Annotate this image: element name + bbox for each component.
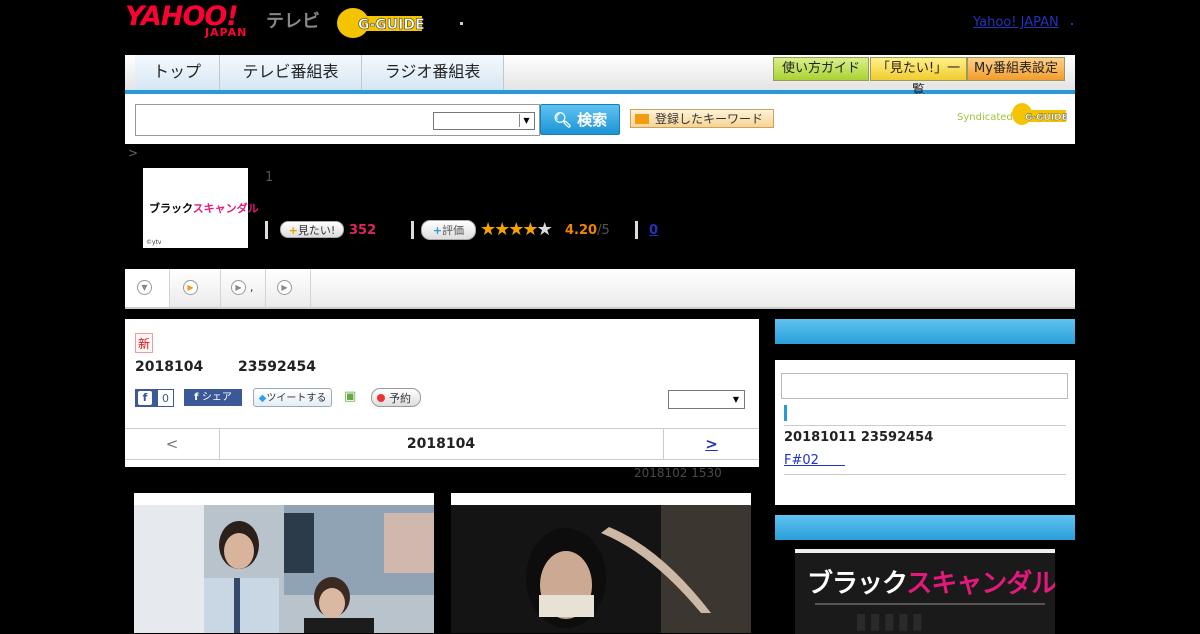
triangle-icon xyxy=(635,114,649,124)
tab-radio-listings[interactable]: ラジオ番組表 xyxy=(362,55,504,90)
search-button[interactable]: 🔍︎ 検索 xyxy=(540,104,620,135)
facebook-share-button[interactable]: f シェア xyxy=(184,389,242,406)
divider xyxy=(784,474,1066,475)
plus-icon: + xyxy=(432,224,443,237)
tab-tv-listings[interactable]: テレビ番組表 xyxy=(220,55,362,90)
link-dot xyxy=(1071,23,1073,25)
svg-text:G-GUIDE: G-GUIDE xyxy=(1025,113,1067,123)
episode-pager: < 2018104 > xyxy=(125,428,759,460)
episode-photo[interactable] xyxy=(451,493,751,633)
separator-dot xyxy=(460,22,463,25)
air-date: 2018104 xyxy=(135,359,204,375)
sidebar-header xyxy=(775,319,1075,344)
record-dot-icon xyxy=(377,394,385,402)
tab-top[interactable]: トップ xyxy=(135,55,220,90)
mitai-button[interactable]: +見たい! xyxy=(280,221,344,238)
svg-text:G-GUIDE: G-GUIDE xyxy=(358,17,425,33)
star-icon: ★ xyxy=(522,219,538,240)
star-empty-icon: ★ xyxy=(536,219,553,240)
previous-onair-date: 2018102 1530 xyxy=(634,466,722,480)
play-circle-icon: ▶ xyxy=(231,280,246,295)
rate-button[interactable]: +評価 xyxy=(421,220,476,240)
syndicated-label: Syndicated xyxy=(957,112,1013,123)
chevron-down-icon: ▼ xyxy=(519,114,533,127)
new-badge: 新 xyxy=(135,333,153,353)
section-marker xyxy=(784,405,787,421)
breadcrumb[interactable]: > xyxy=(128,146,138,160)
yahoo-japan-link[interactable]: Yahoo! JAPAN xyxy=(973,15,1059,30)
divider xyxy=(411,221,414,239)
rating-stars: ★★★★★ xyxy=(480,219,553,240)
tv-logo-text[interactable]: テレビ xyxy=(266,7,320,33)
tab-item-1[interactable]: ▼ xyxy=(125,269,170,307)
air-time: 23592454 xyxy=(238,359,316,375)
yahoo-logo[interactable]: YAHOO! xyxy=(125,3,239,30)
pager-current: 2018104 xyxy=(406,436,476,452)
program-thumbnail[interactable]: ブラックスキャンダル ©ytv xyxy=(143,168,259,248)
mitai-list-button[interactable]: 「見たい!」一覧 xyxy=(870,57,967,98)
rating-value: 4.20/5 xyxy=(565,223,610,238)
episode-select[interactable]: ▼ xyxy=(668,390,745,409)
poster-title: ブラックスキャンダル xyxy=(807,569,1055,599)
play-circle-icon: ▶ xyxy=(183,280,198,295)
sidebar-entry-date: 20181011 23592454 xyxy=(784,430,934,445)
reserve-button[interactable]: 予約 xyxy=(371,388,421,407)
sidebar-input[interactable] xyxy=(781,373,1068,399)
my-listings-button[interactable]: My番組表設定 xyxy=(967,57,1065,81)
search-category-select[interactable]: ▼ xyxy=(433,112,535,130)
facebook-icon: f xyxy=(194,392,202,403)
pager-prev-button[interactable]: < xyxy=(125,429,220,459)
sidebar2-header xyxy=(775,515,1075,540)
facebook-like-button[interactable]: f0 xyxy=(135,389,174,407)
main-nav: トップ テレビ番組表 ラジオ番組表 使い方ガイド 「見たい!」一覧 My番組表設… xyxy=(125,55,1075,98)
facebook-icon: f xyxy=(138,391,152,405)
pager-next-button[interactable]: > xyxy=(663,429,759,459)
yahoo-japan-logo-text: JAPAN xyxy=(205,26,248,39)
mitai-count: 352 xyxy=(349,223,377,238)
tweet-button[interactable]: ◆ツイートする xyxy=(253,388,332,407)
gguide-logo[interactable]: G-GUIDE xyxy=(336,7,428,39)
chevron-down-icon: ▼ xyxy=(732,395,740,404)
sidebar-entry-link[interactable]: F#02 xyxy=(784,449,845,468)
syndicated-gguide-logo: G-GUIDE xyxy=(1012,102,1068,126)
program-tab-strip: ▼ ▶ , ▶ ▶ xyxy=(125,269,1075,309)
comments-count-link[interactable]: 0 xyxy=(649,223,658,238)
guide-button[interactable]: 使い方ガイド xyxy=(773,57,869,81)
plus-icon: + xyxy=(288,224,298,237)
divider xyxy=(784,425,1066,426)
clip-icon[interactable]: ▣ xyxy=(344,389,359,404)
play-circle-icon: ▶ xyxy=(277,280,292,295)
episode-photo[interactable] xyxy=(134,493,434,633)
tab-item-2[interactable]: ▶ , xyxy=(170,269,254,307)
divider xyxy=(635,221,638,239)
divider xyxy=(265,221,268,239)
star-icon: ★ xyxy=(480,219,496,240)
program-poster[interactable]: ブラックスキャンダル ▮▮▮▮▮ xyxy=(795,549,1055,634)
star-icon: ★ xyxy=(508,219,524,240)
registered-keyword-button[interactable]: 登録したキーワード xyxy=(630,109,774,128)
chevron-down-circle-icon: ▼ xyxy=(137,280,152,295)
sidebar-subheader xyxy=(775,344,1075,360)
tab-item-4[interactable]: ▶ xyxy=(266,269,311,307)
star-icon: ★ xyxy=(494,219,510,240)
sidebar-box xyxy=(775,319,1075,505)
tab-item-3[interactable]: ▶ xyxy=(221,269,266,307)
search-icon: 🔍︎ xyxy=(552,111,572,129)
episode-number: 1 xyxy=(265,170,274,185)
